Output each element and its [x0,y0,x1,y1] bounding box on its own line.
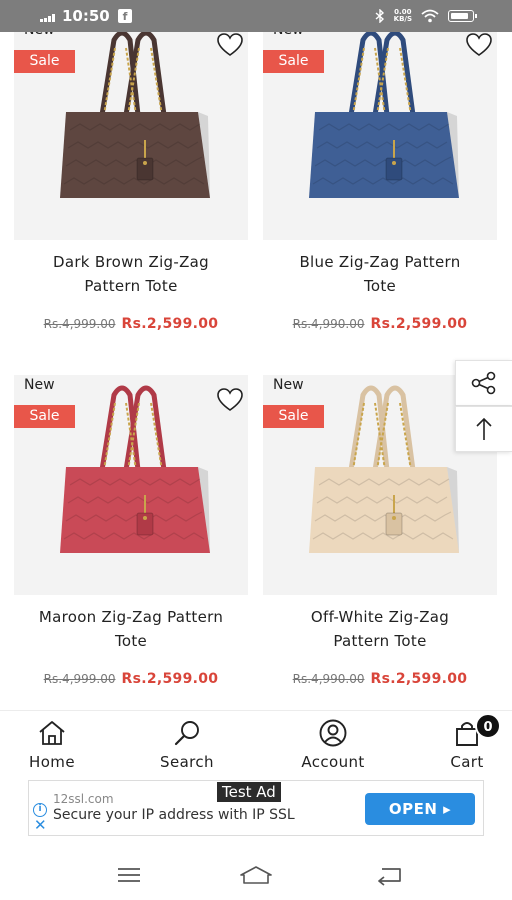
product-name[interactable]: Blue Zig-Zag Pattern Tote [263,250,497,298]
nav-home[interactable]: Home [0,719,107,771]
nav-search[interactable]: Search [132,719,242,771]
status-time: 10:50 [62,7,110,25]
sale-price: Rs.2,599.00 [121,316,219,332]
wishlist-heart-icon[interactable] [216,32,244,58]
product-grid: New Sale Dark Brown Zig-Zag Pattern Tote… [0,32,512,710]
product-name-line1: Maroon Zig-Zag Pattern [38,608,224,626]
original-price: Rs.4,990.00 [292,672,365,686]
sale-badge: Sale [263,50,324,73]
wishlist-heart-icon[interactable] [465,32,493,58]
nav-account-label: Account [301,753,365,771]
test-ad-label: Test Ad [217,782,281,802]
arrow-up-icon [476,417,492,440]
product-name[interactable]: Off-White Zig-Zag Pattern Tote [263,605,497,653]
new-badge: New [273,32,304,38]
back-icon[interactable] [374,864,404,886]
product-name-line2: Tote [363,277,397,295]
product-name-line2: Tote [114,632,148,650]
network-speed: 0.00 KB/S [393,8,412,23]
scroll-top-button[interactable] [455,406,512,452]
price-row: Rs.4,990.00 Rs.2,599.00 [263,668,497,687]
sale-price: Rs.2,599.00 [121,671,219,687]
status-bar: 10:50 f 0.00 KB/S [0,0,512,32]
share-icon [471,371,496,395]
facebook-icon: f [118,9,132,23]
bluetooth-icon [375,9,384,23]
close-icon[interactable]: ✕ [34,818,47,833]
product-name-line2: Pattern Tote [84,277,178,295]
product-name-line1: Off-White Zig-Zag [310,608,450,626]
product-name-line1: Blue Zig-Zag Pattern [299,253,461,271]
bottom-nav: Home Search Account 0 Cart [0,710,512,780]
ad-banner[interactable]: Test Ad i ✕ 12ssl.com Secure your IP add… [28,780,484,836]
battery-icon [448,10,477,22]
new-badge: New [24,32,55,38]
account-icon [319,719,347,747]
menu-icon[interactable] [116,864,142,886]
ad-open-button[interactable]: OPEN ▸ [365,793,475,825]
signal-icon [40,14,58,22]
ad-text: Secure your IP address with IP SSL [53,807,295,823]
info-icon[interactable]: i [33,803,47,817]
system-nav-bar [0,852,512,900]
share-button[interactable] [455,360,512,406]
product-name[interactable]: Dark Brown Zig-Zag Pattern Tote [14,250,248,298]
original-price: Rs.4,990.00 [292,317,365,331]
sale-price: Rs.2,599.00 [370,671,468,687]
product-name-line1: Dark Brown Zig-Zag [53,253,209,271]
sale-price: Rs.2,599.00 [370,316,468,332]
home-icon[interactable] [238,864,274,888]
price-row: Rs.4,990.00 Rs.2,599.00 [263,313,497,332]
original-price: Rs.4,999.00 [43,672,116,686]
cart-count-badge: 0 [475,713,501,739]
ad-domain: 12ssl.com [53,792,114,806]
original-price: Rs.4,999.00 [43,317,116,331]
price-row: Rs.4,999.00 Rs.2,599.00 [14,313,248,332]
wifi-icon [421,9,439,23]
nav-home-label: Home [29,753,75,771]
nav-cart[interactable]: 0 Cart [412,713,512,771]
nav-account[interactable]: Account [278,719,388,771]
product-name-line2: Pattern Tote [333,632,427,650]
sale-badge: Sale [14,405,75,428]
home-icon [39,721,65,745]
product-name[interactable]: Maroon Zig-Zag Pattern Tote [14,605,248,653]
sale-badge: Sale [263,405,324,428]
new-badge: New [273,377,304,393]
nav-cart-label: Cart [450,753,484,771]
sale-badge: Sale [14,50,75,73]
price-row: Rs.4,999.00 Rs.2,599.00 [14,668,248,687]
new-badge: New [24,377,55,393]
search-icon [174,721,199,746]
nav-search-label: Search [160,753,214,771]
wishlist-heart-icon[interactable] [216,387,244,413]
